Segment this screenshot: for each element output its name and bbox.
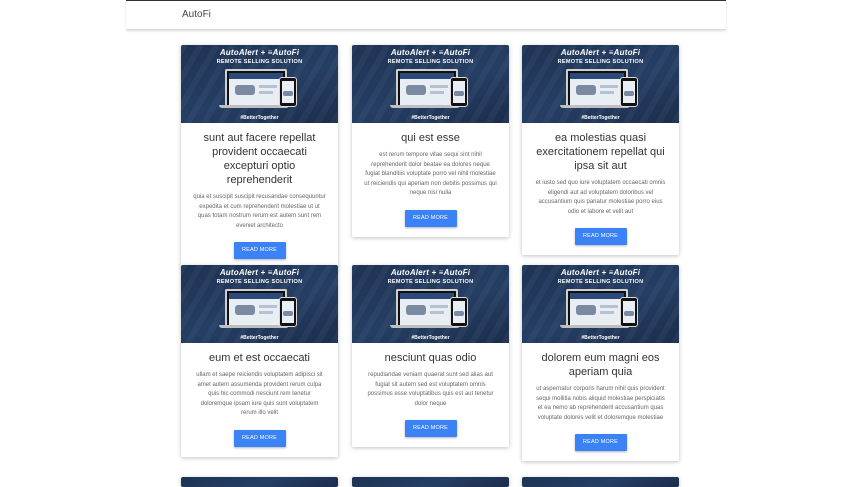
laptop-icon	[566, 289, 628, 327]
laptop-icon	[396, 289, 458, 327]
card-banner-image: AutoAlert + ≡AutoFi REMOTE SELLING SOLUT…	[352, 45, 509, 123]
card-title: eum et est occaecati	[209, 352, 310, 364]
card-body: ullam et saepe reiciendis voluptatem adi…	[196, 372, 323, 416]
card-body: et iusto sed quo iure voluptatem occaeca…	[535, 180, 666, 215]
read-more-button[interactable]: READ MORE	[404, 420, 457, 437]
banner-logo: AutoAlert + ≡AutoFi	[560, 48, 641, 57]
laptop-icon	[396, 69, 458, 107]
banner-hashtag: #BetterTogether	[240, 335, 279, 341]
banner-hashtag: #BetterTogether	[240, 115, 279, 121]
phone-icon	[620, 297, 638, 327]
card-title: dolorem eum magni eos aperiam quia	[541, 352, 660, 378]
phone-icon	[279, 77, 297, 107]
phone-icon	[450, 77, 468, 107]
banner-logo: AutoAlert + ≡AutoFi	[390, 268, 471, 277]
post-card: AutoAlert + ≡AutoFi REMOTE SELLING SOLUT…	[181, 45, 338, 269]
banner-hashtag: #BetterTogether	[411, 335, 450, 341]
card-title: sunt aut facere repellat provident occae…	[203, 132, 316, 186]
post-card: AutoAlert + ≡AutoFi REMOTE SELLING SOLUT…	[352, 45, 509, 237]
card-body: quia et suscipit suscipit recusandae con…	[193, 194, 326, 229]
post-card: AutoAlert + ≡AutoFi REMOTE SELLING SOLUT…	[522, 45, 679, 255]
card-grid: AutoAlert + ≡AutoFi REMOTE SELLING SOLUT…	[126, 1, 726, 487]
card-banner-image	[352, 477, 509, 487]
app-frame: AutoAlert + ≡AutoFi REMOTE SELLING SOLUT…	[126, 0, 726, 487]
read-more-button[interactable]: READ MORE	[233, 429, 286, 447]
banner-logo: AutoAlert + ≡AutoFi	[560, 268, 641, 277]
card-title: nesciunt quas odio	[384, 352, 477, 364]
card-body: est rerum tempore vitae sequi sint nihil…	[364, 152, 497, 196]
post-card-partial	[352, 477, 509, 487]
post-card: AutoAlert + ≡AutoFi REMOTE SELLING SOLUT…	[352, 265, 509, 447]
card-title: ea molestias quasi exercitationem repell…	[536, 132, 665, 172]
laptop-icon	[225, 289, 287, 327]
card-banner-image: AutoAlert + ≡AutoFi REMOTE SELLING SOLUT…	[181, 265, 338, 343]
banner-subtitle: REMOTE SELLING SOLUTION	[387, 59, 474, 65]
phone-icon	[620, 77, 638, 107]
post-card-partial	[181, 477, 338, 487]
banner-subtitle: REMOTE SELLING SOLUTION	[387, 279, 474, 285]
brand-link[interactable]: AutoFi	[182, 9, 211, 20]
banner-subtitle: REMOTE SELLING SOLUTION	[216, 279, 303, 285]
phone-icon	[279, 297, 297, 327]
read-more-button[interactable]: READ MORE	[574, 228, 627, 245]
laptop-icon	[225, 69, 287, 107]
banner-logo: AutoAlert + ≡AutoFi	[219, 268, 300, 277]
banner-hashtag: #BetterTogether	[581, 335, 620, 341]
card-banner-image: AutoAlert + ≡AutoFi REMOTE SELLING SOLUT…	[522, 45, 679, 123]
banner-subtitle: REMOTE SELLING SOLUTION	[216, 59, 303, 65]
card-body: ut aspernatur corporis harum nihil quis …	[536, 386, 665, 421]
top-navbar: AutoFi	[126, 1, 726, 30]
banner-hashtag: #BetterTogether	[411, 115, 450, 121]
phone-icon	[450, 297, 468, 327]
post-card-partial	[522, 477, 679, 487]
laptop-icon	[566, 69, 628, 107]
banner-hashtag: #BetterTogether	[581, 115, 620, 121]
read-more-button[interactable]: READ MORE	[404, 209, 457, 227]
card-banner-image	[181, 477, 338, 487]
read-more-button[interactable]: READ MORE	[233, 242, 286, 259]
banner-subtitle: REMOTE SELLING SOLUTION	[557, 279, 644, 285]
banner-logo: AutoAlert + ≡AutoFi	[219, 48, 300, 57]
post-card: AutoAlert + ≡AutoFi REMOTE SELLING SOLUT…	[181, 265, 338, 457]
card-banner-image: AutoAlert + ≡AutoFi REMOTE SELLING SOLUT…	[181, 45, 338, 123]
card-body: repudiandae veniam quaerat sunt sed alia…	[367, 372, 494, 407]
card-banner-image	[522, 477, 679, 487]
banner-subtitle: REMOTE SELLING SOLUTION	[557, 59, 644, 65]
card-banner-image: AutoAlert + ≡AutoFi REMOTE SELLING SOLUT…	[522, 265, 679, 343]
banner-logo: AutoAlert + ≡AutoFi	[390, 48, 471, 57]
post-card: AutoAlert + ≡AutoFi REMOTE SELLING SOLUT…	[522, 265, 679, 461]
card-title: qui est esse	[401, 132, 460, 144]
read-more-button[interactable]: READ MORE	[574, 434, 627, 451]
card-banner-image: AutoAlert + ≡AutoFi REMOTE SELLING SOLUT…	[352, 265, 509, 343]
